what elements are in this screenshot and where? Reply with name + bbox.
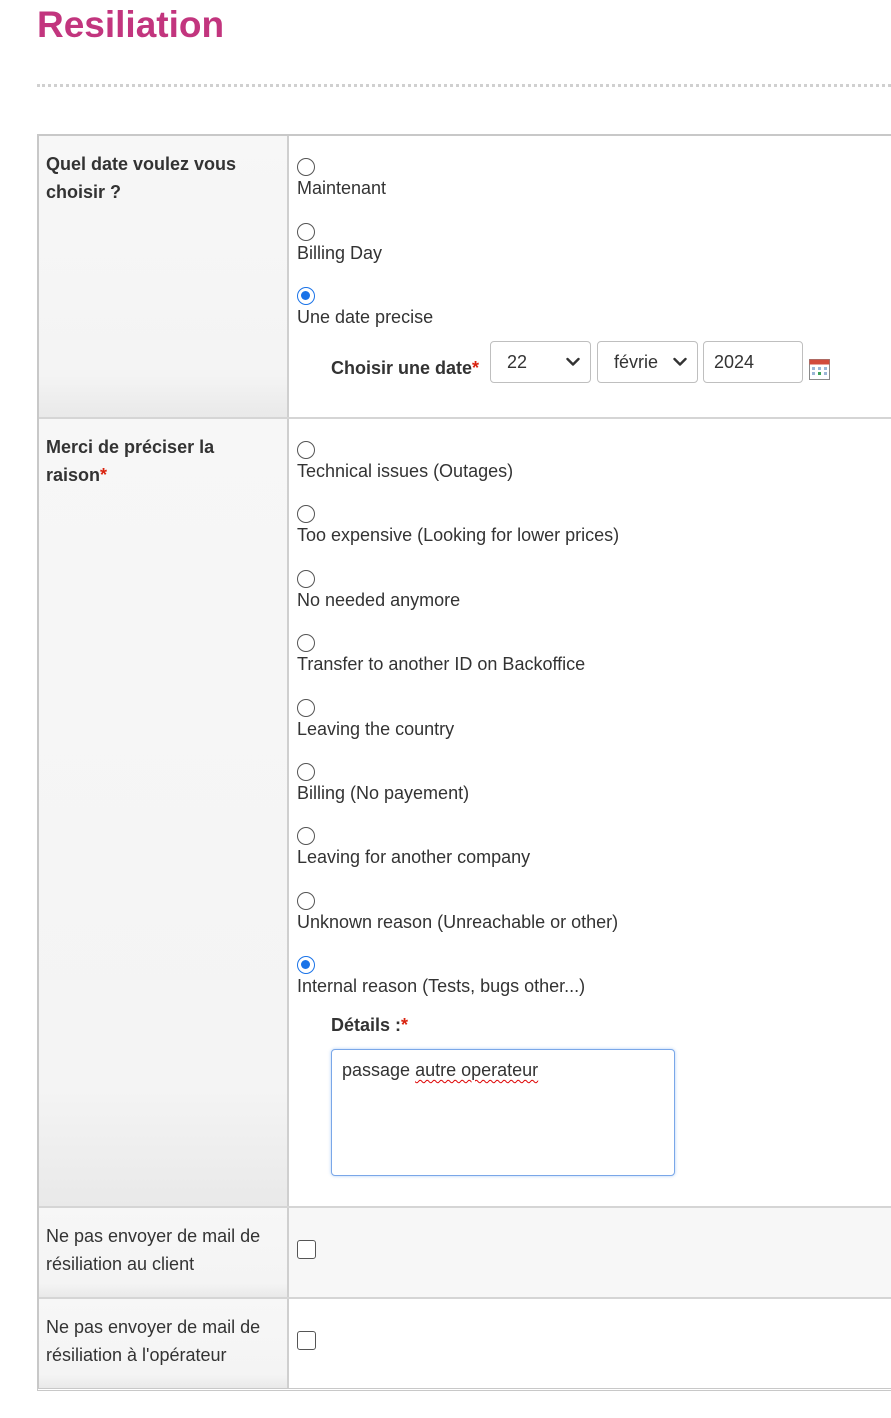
year-value: 2024 bbox=[714, 352, 755, 372]
date-choice-value-cell: Maintenant Billing Day Une date precise … bbox=[289, 136, 891, 417]
radio-option-maintenant[interactable]: Maintenant bbox=[297, 158, 817, 218]
radio-label: Billing Day bbox=[297, 243, 383, 263]
radio-label: Leaving for another company bbox=[297, 847, 531, 867]
day-value: 22 bbox=[507, 352, 528, 372]
date-choice-label: Quel date voulez vous choisir ? bbox=[46, 154, 237, 202]
reason-label: Merci de préciser la raison* bbox=[46, 437, 215, 485]
no-mail-client-value-cell bbox=[289, 1208, 891, 1297]
radio-option-billing[interactable]: Billing (No payement) bbox=[297, 763, 817, 823]
dotted-divider bbox=[37, 84, 891, 87]
radio-billing-day[interactable] bbox=[297, 223, 315, 241]
no-mail-operator-value-cell bbox=[289, 1299, 891, 1388]
details-textarea[interactable]: passage autre operateur bbox=[331, 1049, 675, 1176]
no-mail-client-label-cell: Ne pas envoyer de mail de résiliation au… bbox=[39, 1208, 289, 1297]
no-mail-operator-label-cell: Ne pas envoyer de mail de résiliation à … bbox=[39, 1299, 289, 1388]
reason-label-cell: Merci de préciser la raison* bbox=[39, 419, 289, 1206]
radio-transfer[interactable] bbox=[297, 634, 315, 652]
radio-option-technical-issues[interactable]: Technical issues (Outages) bbox=[297, 441, 817, 501]
radio-label: Internal reason (Tests, bugs other...) bbox=[297, 976, 586, 996]
month-value: févrie bbox=[614, 352, 659, 372]
page-title: Resiliation bbox=[37, 4, 225, 45]
radio-label: Maintenant bbox=[297, 178, 387, 198]
radio-option-transfer[interactable]: Transfer to another ID on Backoffice bbox=[297, 634, 817, 694]
radio-option-internal-reason[interactable]: Internal reason (Tests, bugs other...) bbox=[297, 956, 817, 1016]
radio-label: Billing (No payement) bbox=[297, 783, 470, 803]
radio-label: Leaving the country bbox=[297, 719, 455, 739]
radio-option-another-company[interactable]: Leaving for another company bbox=[297, 827, 817, 887]
radio-label: Unknown reason (Unreachable or other) bbox=[297, 912, 619, 932]
no-mail-client-row: Ne pas envoyer de mail de résiliation au… bbox=[39, 1208, 891, 1299]
radio-option-unknown-reason[interactable]: Unknown reason (Unreachable or other) bbox=[297, 892, 817, 952]
calendar-icon[interactable] bbox=[809, 359, 830, 380]
year-input[interactable]: 2024 bbox=[703, 341, 803, 383]
date-choice-label-cell: Quel date voulez vous choisir ? bbox=[39, 136, 289, 417]
radio-internal-reason[interactable] bbox=[297, 956, 315, 974]
required-mark: * bbox=[472, 358, 480, 378]
radio-option-no-needed[interactable]: No needed anymore bbox=[297, 570, 817, 630]
day-select[interactable]: 22 bbox=[490, 341, 591, 383]
radio-option-billing-day[interactable]: Billing Day bbox=[297, 223, 817, 283]
radio-maintenant[interactable] bbox=[297, 158, 315, 176]
date-picker-label: Choisir une date* bbox=[331, 358, 480, 378]
radio-leaving-country[interactable] bbox=[297, 699, 315, 717]
radio-too-expensive[interactable] bbox=[297, 505, 315, 523]
reason-row: Merci de préciser la raison* Technical i… bbox=[39, 419, 891, 1208]
radio-option-leaving-country[interactable]: Leaving the country bbox=[297, 699, 817, 759]
radio-option-too-expensive[interactable]: Too expensive (Looking for lower prices) bbox=[297, 505, 817, 565]
no-mail-operator-checkbox[interactable] bbox=[297, 1331, 316, 1350]
chevron-down-icon bbox=[673, 357, 687, 366]
details-label: Détails :* bbox=[331, 1015, 409, 1035]
radio-date-precise[interactable] bbox=[297, 287, 315, 305]
radio-option-date-precise[interactable]: Une date precise bbox=[297, 287, 817, 347]
no-mail-client-checkbox[interactable] bbox=[297, 1240, 316, 1259]
month-select[interactable]: févrie bbox=[597, 341, 698, 383]
radio-billing[interactable] bbox=[297, 763, 315, 781]
radio-label: Transfer to another ID on Backoffice bbox=[297, 654, 586, 674]
no-mail-operator-label: Ne pas envoyer de mail de résiliation à … bbox=[46, 1317, 261, 1365]
required-mark: * bbox=[100, 465, 108, 485]
required-mark: * bbox=[401, 1015, 409, 1035]
no-mail-operator-row: Ne pas envoyer de mail de résiliation à … bbox=[39, 1299, 891, 1388]
radio-label: Too expensive (Looking for lower prices) bbox=[297, 525, 620, 545]
radio-label: Une date precise bbox=[297, 307, 434, 327]
no-mail-client-label: Ne pas envoyer de mail de résiliation au… bbox=[46, 1226, 261, 1274]
radio-no-needed[interactable] bbox=[297, 570, 315, 588]
details-text: passage autre operateur bbox=[342, 1060, 539, 1080]
radio-unknown-reason[interactable] bbox=[297, 892, 315, 910]
date-picker-row: Choisir une date* 22 févrie 2024 bbox=[331, 341, 851, 387]
resiliation-form: Quel date voulez vous choisir ? Maintena… bbox=[37, 134, 891, 1391]
radio-label: No needed anymore bbox=[297, 590, 461, 610]
radio-another-company[interactable] bbox=[297, 827, 315, 845]
reason-value-cell: Technical issues (Outages) Too expensive… bbox=[289, 419, 891, 1206]
chevron-down-icon bbox=[566, 357, 580, 366]
date-choice-row: Quel date voulez vous choisir ? Maintena… bbox=[39, 136, 891, 419]
radio-technical-issues[interactable] bbox=[297, 441, 315, 459]
radio-label: Technical issues (Outages) bbox=[297, 461, 514, 481]
